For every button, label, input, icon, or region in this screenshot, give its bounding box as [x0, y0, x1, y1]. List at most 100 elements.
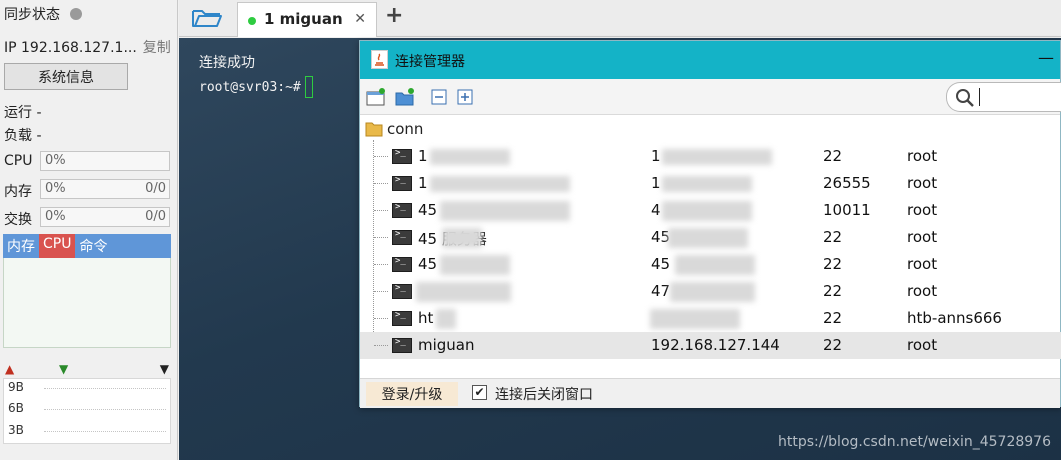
connection-row[interactable]: 45 45 22 root	[360, 251, 1061, 278]
cpu-meter-label: CPU	[4, 153, 33, 169]
process-tabs: 内存 CPU 命令	[3, 234, 171, 258]
redaction-blur	[440, 255, 510, 275]
tree-branch	[374, 318, 388, 319]
tab-session-1[interactable]: 1 miguan ✕	[237, 2, 377, 37]
expand-all-icon[interactable]	[456, 88, 476, 106]
system-info-button[interactable]: 系统信息	[4, 63, 128, 90]
connection-host: 1	[651, 174, 661, 192]
cpu-percent: 0%	[45, 153, 66, 168]
java-app-icon	[371, 50, 388, 69]
redaction-blur	[436, 309, 456, 329]
connection-row[interactable]: 1 1 26555 root	[360, 170, 1061, 197]
tab-process-memory[interactable]: 内存	[3, 234, 39, 258]
tree-branch	[374, 183, 388, 184]
close-after-connect-label[interactable]: 连接后关闭窗口	[495, 384, 593, 404]
terminal-icon	[392, 229, 412, 245]
redaction-blur	[650, 309, 740, 329]
connection-port: 26555	[823, 174, 871, 192]
connection-user: root	[907, 255, 938, 273]
watermark-text: https://blog.csdn.net/weixin_45728976	[777, 434, 1051, 450]
redaction-blur	[662, 149, 772, 165]
status-sidebar: 同步状态 IP 192.168.127.1... 复制 系统信息 运行 - 负载 …	[0, 0, 178, 460]
terminal-icon	[392, 202, 412, 218]
terminal-prompt-line: root@svr03:~#	[199, 76, 313, 98]
login-upgrade-button[interactable]: 登录/升级	[366, 382, 458, 406]
connection-user: root	[907, 228, 938, 246]
connection-port: 22	[823, 282, 843, 300]
search-icon	[955, 88, 975, 112]
terminal-prompt: root@svr03:~#	[199, 80, 301, 95]
terminal-icon	[392, 256, 412, 272]
redaction-blur	[440, 201, 570, 221]
connection-user: root	[907, 147, 938, 165]
terminal-icon	[392, 175, 412, 191]
tree-branch	[374, 345, 388, 346]
redaction-blur	[430, 149, 510, 165]
terminal-icon	[392, 148, 412, 164]
connection-host: 1	[651, 147, 661, 165]
connection-name: ht	[418, 309, 434, 327]
folder-icon	[192, 10, 222, 27]
redaction-blur	[662, 176, 752, 192]
connection-row[interactable]: 45 服务器 45 22 root	[360, 224, 1061, 251]
dialog-title: 连接管理器	[395, 54, 465, 70]
minimize-button[interactable]: —	[1038, 48, 1054, 67]
redaction-blur	[670, 282, 755, 302]
tab-process-cpu[interactable]: CPU	[39, 234, 76, 258]
connection-tree: conn 1 1 22 root 1 1 26555 root 45 4 100…	[360, 116, 1061, 378]
redaction-blur	[668, 228, 748, 248]
search-input[interactable]	[987, 86, 1057, 108]
connection-manager-dialog: 连接管理器 — conn >_ 1 1 22 root >_ 1 1 26555…	[359, 40, 1061, 408]
search-field[interactable]	[946, 82, 1061, 112]
connection-row[interactable]: 45 4 10011 root	[360, 197, 1061, 224]
new-folder-icon[interactable]	[395, 88, 415, 106]
collapse-all-icon[interactable]	[430, 88, 450, 106]
connection-port: 22	[823, 255, 843, 273]
add-tab-button[interactable]: +	[385, 3, 403, 28]
connection-row-selected[interactable]: miguan 192.168.127.144 22 root	[360, 332, 1061, 359]
memory-meter-label: 内存	[4, 184, 32, 200]
close-after-connect-checkbox[interactable]: ✔	[472, 385, 487, 400]
download-arrow-icon: ▼	[59, 362, 69, 376]
tree-branch	[374, 237, 388, 238]
connection-row[interactable]: ht 22 htb-anns666	[360, 305, 1061, 332]
connection-row[interactable]: 1 1 22 root	[360, 143, 1061, 170]
memory-percent: 0%	[45, 181, 66, 196]
connection-host: 47	[651, 282, 671, 300]
tab-process-command[interactable]: 命令	[75, 234, 111, 258]
redaction-blur	[675, 255, 755, 275]
connection-user: root	[907, 282, 938, 300]
sync-status: 同步状态	[4, 4, 82, 24]
tree-branch	[374, 264, 388, 265]
redaction-blur	[662, 201, 752, 221]
ip-row: IP 192.168.127.1... 复制	[4, 37, 171, 57]
connection-port: 22	[823, 147, 843, 165]
ip-address: IP 192.168.127.1...	[4, 40, 137, 56]
network-interface-dropdown-icon[interactable]: ▼	[160, 362, 169, 376]
connection-user: root	[907, 336, 938, 354]
connection-name: 1	[418, 174, 428, 192]
swap-meter-label: 交换	[4, 212, 32, 228]
redaction-blur	[442, 228, 482, 248]
connection-port: 10011	[823, 201, 871, 219]
connection-port: 22	[823, 309, 843, 327]
connection-row[interactable]: 47 22 root	[360, 278, 1061, 305]
net-scale-label: 6B	[8, 401, 24, 415]
grid-line	[44, 431, 166, 432]
new-connection-icon[interactable]	[366, 88, 386, 106]
dialog-toolbar	[360, 79, 1061, 115]
load-label: 负载 -	[4, 128, 42, 144]
network-graph: 9B 6B 3B	[3, 378, 171, 444]
connection-user: root	[907, 201, 938, 219]
copy-ip-link[interactable]: 复制	[143, 40, 171, 56]
session-tab-bar: 1 miguan ✕ +	[179, 0, 1061, 37]
tab-title: 1 miguan	[264, 10, 343, 28]
swap-ratio: 0/0	[145, 209, 166, 224]
grid-line	[44, 409, 166, 410]
dialog-title-bar[interactable]: 连接管理器 —	[360, 41, 1060, 79]
open-folder-button[interactable]	[187, 3, 227, 33]
terminal-icon	[392, 337, 412, 353]
sync-status-label: 同步状态	[4, 7, 60, 23]
dialog-footer: 登录/升级 ✔ 连接后关闭窗口	[360, 378, 1060, 408]
close-tab-icon[interactable]: ✕	[354, 11, 366, 27]
